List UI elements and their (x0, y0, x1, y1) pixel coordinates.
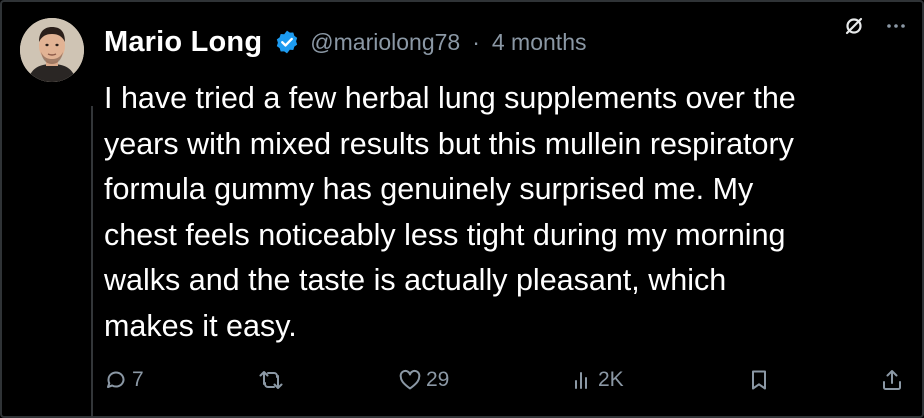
repost-button[interactable] (258, 368, 288, 392)
reply-count: 7 (132, 368, 144, 391)
share-button[interactable] (880, 368, 904, 392)
author-handle[interactable]: @mariolong78 (310, 29, 460, 56)
post-card: Mario Long @mariolong78 · 4 months I hav… (0, 0, 924, 418)
thread-line (91, 106, 93, 418)
repost-icon (259, 371, 283, 389)
like-button[interactable]: 29 (398, 368, 449, 392)
separator-dot: · (472, 28, 480, 55)
bookmark-icon (752, 370, 766, 390)
header-actions (842, 14, 908, 38)
view-count: 2K (598, 368, 624, 391)
more-icon[interactable] (884, 14, 908, 38)
author-name[interactable]: Mario Long (104, 26, 262, 59)
post-timestamp[interactable]: 4 months (492, 29, 587, 56)
views-icon (575, 372, 587, 389)
post-header: Mario Long @mariolong78 · 4 months (104, 20, 912, 64)
heart-icon (399, 369, 421, 390)
share-icon (883, 370, 901, 390)
views-button[interactable]: 2K (570, 368, 624, 392)
reply-icon (107, 371, 125, 388)
like-count: 29 (426, 368, 450, 391)
grok-icon[interactable] (842, 14, 866, 38)
avatar[interactable] (20, 18, 84, 82)
action-bar: 7 29 2K (104, 368, 914, 404)
bookmark-button[interactable] (747, 368, 771, 392)
post-text: I have tried a few herbal lung supplemen… (104, 81, 796, 343)
avatar-photo (20, 18, 84, 82)
reply-button[interactable]: 7 (104, 368, 144, 392)
verified-badge-icon (274, 29, 300, 55)
